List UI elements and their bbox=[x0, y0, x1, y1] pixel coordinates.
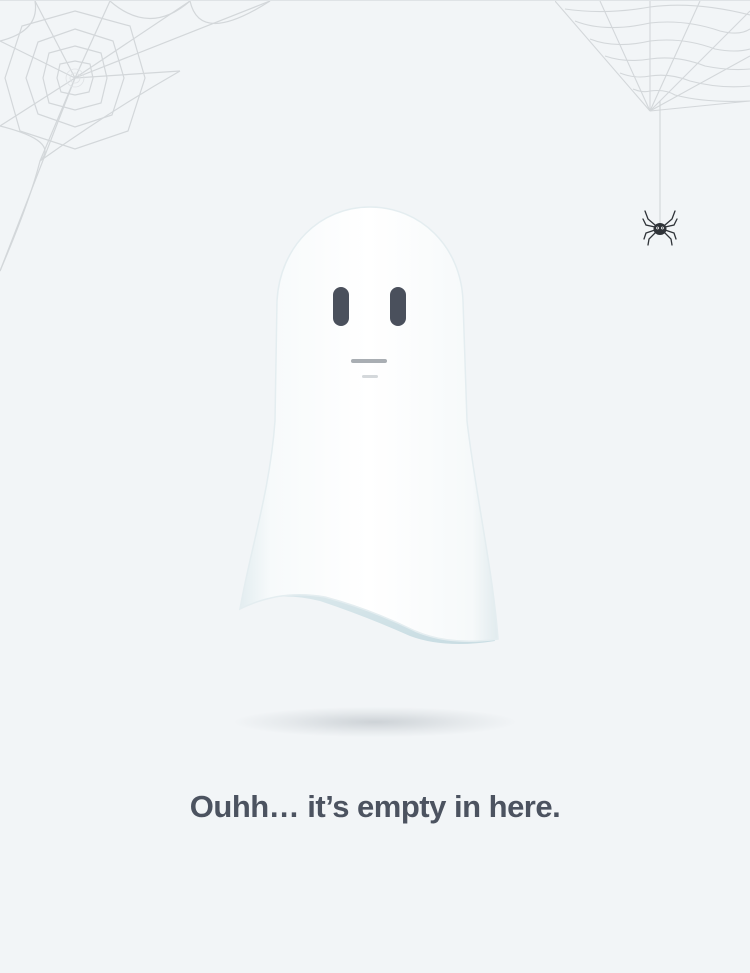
cobweb-right-icon bbox=[555, 1, 750, 112]
empty-state-page: Ouhh… it’s empty in here. bbox=[0, 0, 750, 973]
spider-silk-thread bbox=[659, 101, 661, 223]
ghost-shadow bbox=[235, 707, 515, 737]
empty-state-title: Ouhh… it’s empty in here. bbox=[189, 789, 561, 824]
ghost-illustration-icon bbox=[239, 206, 499, 645]
empty-state-subtitle bbox=[135, 846, 615, 886]
